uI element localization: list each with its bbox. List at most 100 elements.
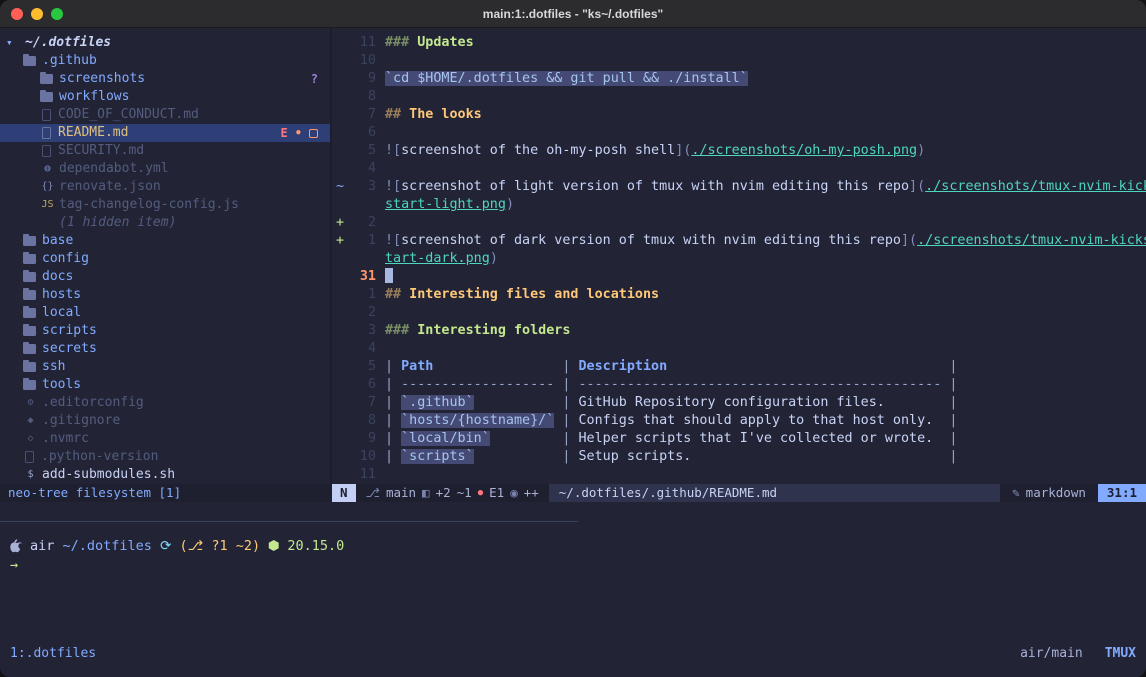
tree-item--1-hidden-item-[interactable]: (1 hidden item) <box>0 214 330 232</box>
editor-line[interactable]: 2 <box>332 304 1146 322</box>
tree-item-docs[interactable]: docs <box>0 268 330 286</box>
tree-item-tag-changelog-config.js[interactable]: JStag-changelog-config.js <box>0 196 330 214</box>
file-explorer[interactable]: ▾~/.dotfiles.githubscreenshots?workflows… <box>0 28 330 484</box>
apple-icon <box>10 539 23 554</box>
editor-line[interactable]: 11 <box>332 466 1146 484</box>
tree-item-local[interactable]: local <box>0 304 330 322</box>
gitsign-column <box>332 34 350 52</box>
minimize-button[interactable] <box>31 8 43 20</box>
editor-line[interactable]: ~3![screenshot of light version of tmux … <box>332 178 1146 196</box>
git-branch: main <box>386 484 416 502</box>
gitsign-add: + <box>332 214 350 232</box>
editor-statusline: N ⎇ main ◧ +2 ~1 ● E1 ◉ ++ ~/.dotfiles/.… <box>332 484 1146 502</box>
tree-item-add-submodules.sh[interactable]: $add-submodules.sh <box>0 466 330 484</box>
editor-line[interactable]: 7| `.github` | GitHub Repository configu… <box>332 394 1146 412</box>
editor-lines: 11### Updates109`cd $HOME/.dotfiles && g… <box>332 34 1146 484</box>
editor-line[interactable]: +1![screenshot of dark version of tmux w… <box>332 232 1146 250</box>
folder-icon <box>23 326 36 336</box>
tree-item-label: tag-changelog-config.js <box>59 196 239 214</box>
zoom-button[interactable] <box>51 8 63 20</box>
editor-line[interactable]: 4 <box>332 340 1146 358</box>
editor-line[interactable]: +2 <box>332 214 1146 232</box>
tree-item-.nvmrc[interactable]: ◇.nvmrc <box>0 430 330 448</box>
filetype-section: ✎ markdown <box>1000 484 1098 502</box>
tree-item-label: README.md <box>58 124 128 142</box>
tree-item-label: scripts <box>42 322 97 340</box>
line-number: 4 <box>350 340 376 358</box>
tree-item-.editorconfig[interactable]: ⚙.editorconfig <box>0 394 330 412</box>
tree-item-label: hosts <box>42 286 81 304</box>
tree-item-.gitignore[interactable]: ◆.gitignore <box>0 412 330 430</box>
tmux-right-status: air/main TMUX <box>1020 646 1136 661</box>
tree-item-base[interactable]: base <box>0 232 330 250</box>
tree-item-screenshots[interactable]: screenshots? <box>0 70 330 88</box>
tree-item-dependabot.yml[interactable]: ◍dependabot.yml <box>0 160 330 178</box>
tree-item-ssh[interactable]: ssh <box>0 358 330 376</box>
gitsign-column <box>332 70 350 88</box>
editor-buffer[interactable]: 11### Updates109`cd $HOME/.dotfiles && g… <box>332 28 1146 484</box>
line-number <box>350 196 376 214</box>
tree-item-SECURITY.md[interactable]: SECURITY.md <box>0 142 330 160</box>
folder-icon <box>23 362 36 372</box>
window-controls <box>11 0 63 27</box>
tree-item-.github[interactable]: .github <box>0 52 330 70</box>
tree-item--.dotfiles[interactable]: ▾~/.dotfiles <box>0 34 330 52</box>
line-number: 11 <box>350 34 376 52</box>
tree-item-.python-version[interactable]: .python-version <box>0 448 330 466</box>
tree-item-renovate.json[interactable]: {}renovate.json <box>0 178 330 196</box>
line-number: 9 <box>350 430 376 448</box>
editor-line[interactable]: 7## The looks <box>332 106 1146 124</box>
folder-icon <box>23 344 36 354</box>
git-untracked-badge: ? <box>311 70 318 88</box>
pane-divider <box>0 521 578 522</box>
tree-item-workflows[interactable]: workflows <box>0 88 330 106</box>
expander-icon[interactable]: ▾ <box>6 34 25 52</box>
editor-line[interactable]: 3### Interesting folders <box>332 322 1146 340</box>
shell-input-line[interactable]: → <box>10 556 18 574</box>
tree-item-hosts[interactable]: hosts <box>0 286 330 304</box>
close-button[interactable] <box>11 8 23 20</box>
editor-line[interactable]: 1## Interesting files and locations <box>332 286 1146 304</box>
editor-line[interactable]: 5![screenshot of the oh-my-posh shell](.… <box>332 142 1146 160</box>
diagnostics-error-icon: ● <box>478 484 483 502</box>
editor-line[interactable]: start-light.png) <box>332 196 1146 214</box>
editor-line[interactable]: 6| ------------------- | ---------------… <box>332 376 1146 394</box>
terminal-pane[interactable]: air ~/.dotfiles ⟳ (⎇ ?1 ~2) 20.15.0 → <box>0 502 1146 643</box>
editor-line[interactable]: 5| Path | Description | <box>332 358 1146 376</box>
tree-item-label: renovate.json <box>59 178 161 196</box>
tree-item-label: workflows <box>59 88 129 106</box>
window-title: main:1:.dotfiles - "ks~/.dotfiles" <box>483 7 663 21</box>
tree-item-label: dependabot.yml <box>59 160 169 178</box>
editor-line[interactable]: tart-dark.png) <box>332 250 1146 268</box>
editor-line[interactable]: 4 <box>332 160 1146 178</box>
tree-item-label: (1 hidden item) <box>59 214 176 232</box>
tree-item-secrets[interactable]: secrets <box>0 340 330 358</box>
tree-item-label: add-submodules.sh <box>42 466 175 484</box>
gitsign-column <box>332 106 350 124</box>
tree-item-README.md[interactable]: README.mdE• <box>0 124 330 142</box>
tree-item-config[interactable]: config <box>0 250 330 268</box>
editor-line[interactable]: 6 <box>332 124 1146 142</box>
editor-line[interactable]: 10| `scripts` | Setup scripts. | <box>332 448 1146 466</box>
tree-item-CODE-OF-CONDUCT.md[interactable]: CODE_OF_CONDUCT.md <box>0 106 330 124</box>
line-number: 10 <box>350 52 376 70</box>
titlebar: main:1:.dotfiles - "ks~/.dotfiles" <box>0 0 1146 28</box>
tmux-session-name: air/main <box>1020 646 1083 661</box>
git-status-section: ⎇ main ◧ +2 ~1 ● E1 ◉ ++ <box>356 484 549 502</box>
editor-line[interactable]: 9| `local/bin` | Helper scripts that I'v… <box>332 430 1146 448</box>
folder-icon <box>23 254 36 264</box>
editor-line[interactable]: 31 <box>332 268 1146 286</box>
line-number: 6 <box>350 376 376 394</box>
editor-line[interactable]: 11### Updates <box>332 34 1146 52</box>
prompt-segments: air ~/.dotfiles ⟳ (⎇ ?1 ~2) 20.15.0 <box>30 538 344 554</box>
tree-item-label: ssh <box>42 358 65 376</box>
editor-line[interactable]: 10 <box>332 52 1146 70</box>
tree-item-scripts[interactable]: scripts <box>0 322 330 340</box>
line-number: 11 <box>350 466 376 484</box>
tmux-window-tab[interactable]: 1:.dotfiles <box>10 646 96 661</box>
editor-line[interactable]: 8 <box>332 88 1146 106</box>
file-icon <box>42 109 51 121</box>
tree-item-tools[interactable]: tools <box>0 376 330 394</box>
editor-line[interactable]: 9`cd $HOME/.dotfiles && git pull && ./in… <box>332 70 1146 88</box>
editor-line[interactable]: 8| `hosts/{hostname}/` | Configs that sh… <box>332 412 1146 430</box>
